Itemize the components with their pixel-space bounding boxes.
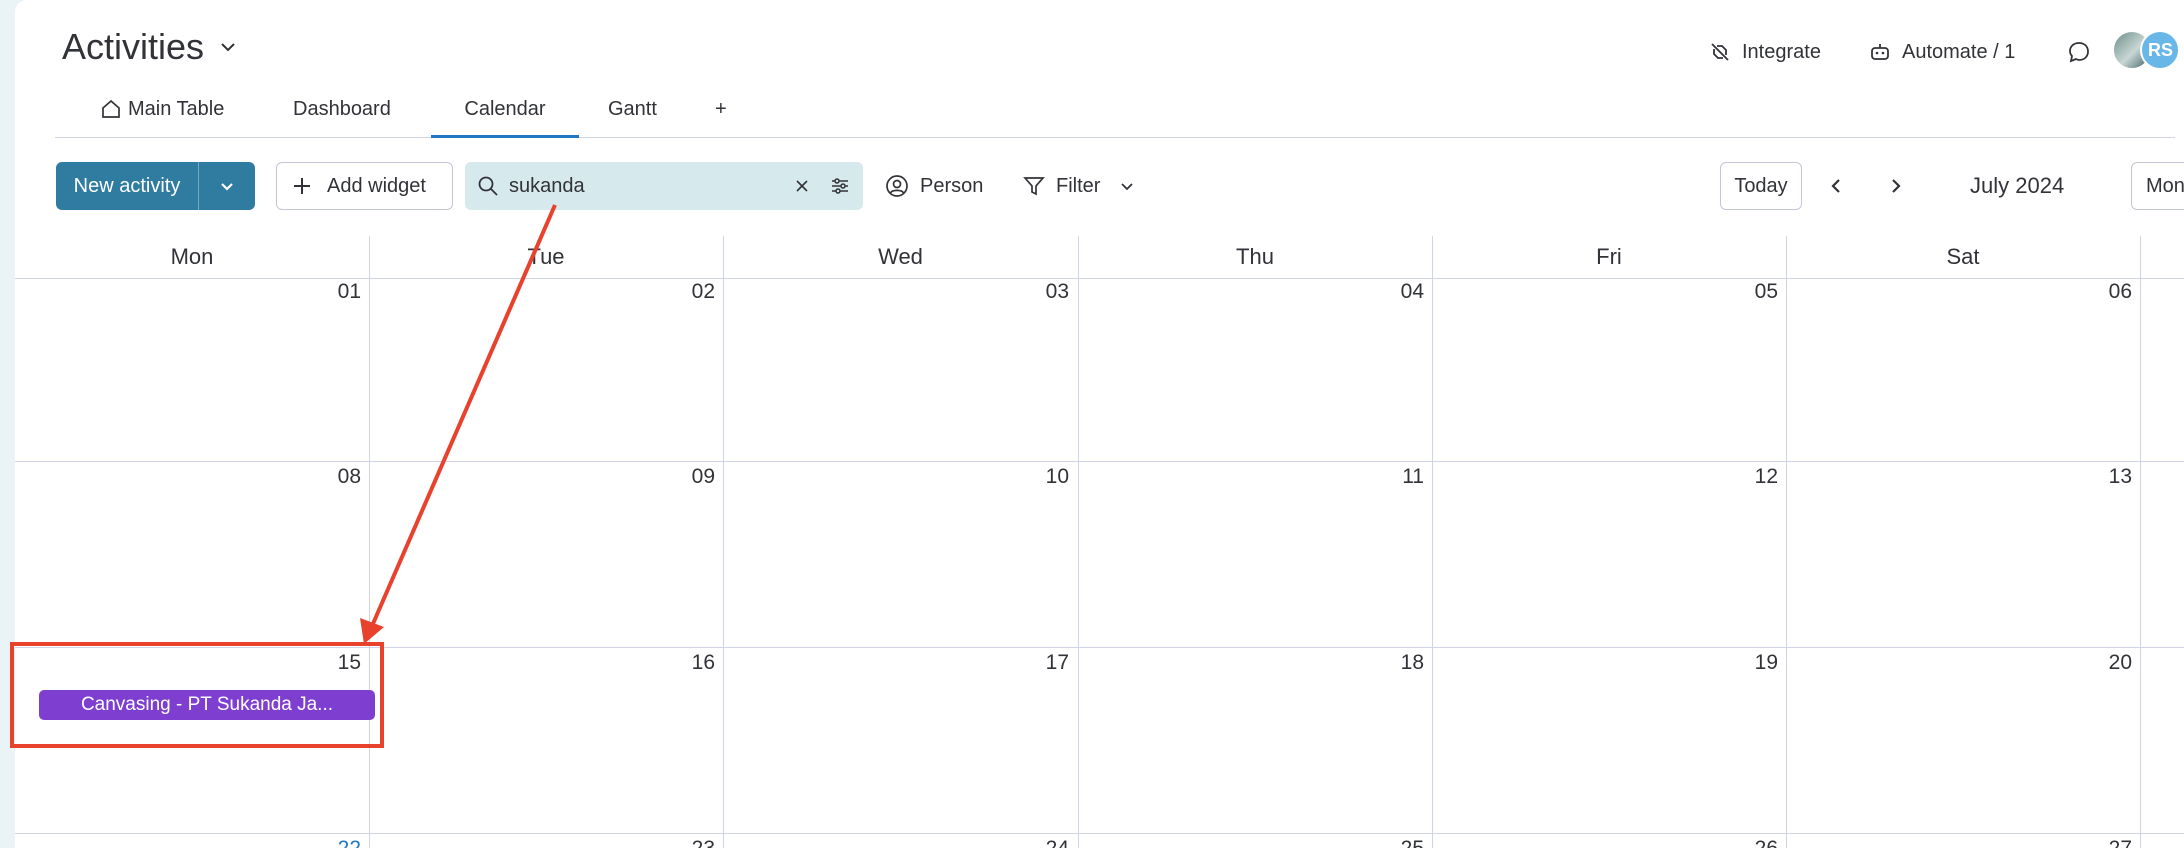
annotation-arrow <box>360 204 557 644</box>
